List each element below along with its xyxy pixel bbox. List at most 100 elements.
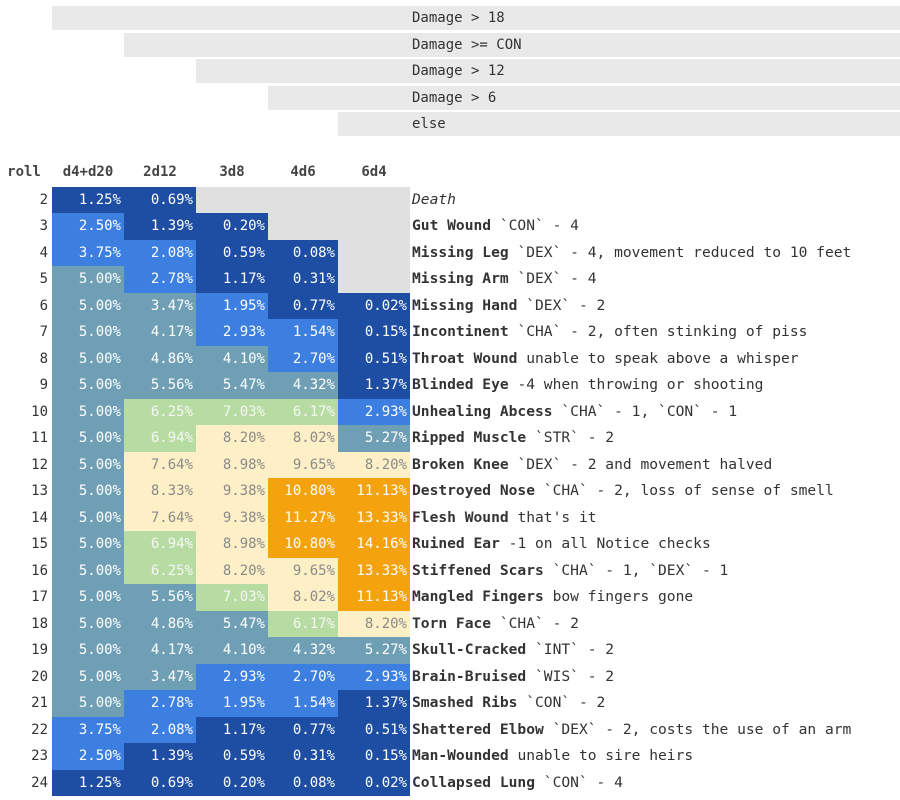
wound-effect: that's it: [508, 508, 597, 526]
probability-cell: 0.08%: [268, 769, 338, 796]
probability-cell: 11.13%: [338, 478, 410, 505]
wound-effect: `DEX` - 4: [508, 270, 597, 287]
wound-effect: `WIS` - 2: [526, 667, 615, 685]
wound-name: Missing Hand: [412, 296, 518, 314]
probability-cell: 7.64%: [124, 504, 196, 531]
probability-cell: 11.13%: [338, 584, 410, 611]
empty-cell: [268, 213, 338, 240]
probability-cell: 1.25%: [52, 769, 124, 796]
wound-result: Blinded Eye -4 when throwing or shooting: [412, 372, 763, 399]
probability-cell: 1.39%: [124, 213, 196, 240]
probability-cell: 0.77%: [268, 292, 338, 319]
probability-cell: 0.59%: [196, 743, 268, 770]
wound-effect: unable to speak above a whisper: [517, 349, 799, 367]
wound-result: Unhealing Abcess `CHA` - 1, `CON` - 1: [412, 399, 737, 426]
wound-effect: `CON` - 2: [517, 694, 606, 711]
wound-name: Missing Arm: [412, 270, 509, 287]
wound-effect: -4 when throwing or shooting: [508, 376, 764, 393]
wound-name: Broken Knee: [412, 455, 509, 473]
wound-effect: `DEX` - 2: [517, 296, 606, 314]
wound-result: Gut Wound `CON` - 4: [412, 213, 579, 240]
probability-cell: 0.69%: [124, 769, 196, 796]
probability-cell: 5.00%: [52, 292, 124, 319]
empty-cell: [338, 213, 410, 240]
probability-cell: 1.95%: [196, 292, 268, 319]
probability-cell: 2.50%: [52, 213, 124, 240]
probability-cell: 13.33%: [338, 504, 410, 531]
wound-name: Collapsed Lung: [412, 773, 536, 791]
probability-cell: 4.86%: [124, 345, 196, 372]
probability-cell: 5.27%: [338, 637, 410, 664]
roll-number: 18: [31, 615, 48, 632]
empty-cell: [338, 186, 410, 213]
probability-cell: 8.02%: [268, 425, 338, 452]
wound-result: Brain-Bruised `WIS` - 2: [412, 664, 614, 691]
probability-cell: 5.00%: [52, 345, 124, 372]
probability-cell: 0.15%: [338, 319, 410, 346]
probability-cell: 6.94%: [124, 531, 196, 558]
probability-cell: 14.16%: [338, 531, 410, 558]
wound-result: Stiffened Scars `CHA` - 1, `DEX` - 1: [412, 558, 728, 585]
probability-cell: 5.00%: [52, 266, 124, 293]
probability-cell: 4.86%: [124, 610, 196, 637]
probability-cell: 1.54%: [268, 690, 338, 717]
wound-result: Broken Knee `DEX` - 2 and movement halve…: [412, 452, 772, 479]
probability-cell: 10.80%: [268, 531, 338, 558]
wound-name: Man-Wounded: [412, 747, 509, 764]
probability-cell: 5.00%: [52, 398, 124, 425]
probability-cell: 6.17%: [268, 398, 338, 425]
probability-cell: 0.15%: [338, 743, 410, 770]
probability-cell: 9.65%: [268, 451, 338, 478]
probability-cell: 3.75%: [52, 239, 124, 266]
probability-cell: 5.00%: [52, 478, 124, 505]
wound-effect: `STR` - 2: [526, 429, 615, 446]
probability-cell: 5.00%: [52, 557, 124, 584]
probability-cell: 5.56%: [124, 584, 196, 611]
probability-cell: 8.33%: [124, 478, 196, 505]
probability-cell: 7.03%: [196, 584, 268, 611]
wound-result: Incontinent `CHA` - 2, often stinking of…: [412, 319, 807, 346]
wound-name: Skull-Cracked: [412, 641, 527, 658]
probability-cell: 4.32%: [268, 637, 338, 664]
probability-cell: 4.10%: [196, 637, 268, 664]
condition-bar: [268, 86, 900, 110]
wound-result: Ruined Ear -1 on all Notice checks: [412, 531, 711, 558]
wound-name: Destroyed Nose: [412, 482, 536, 499]
wound-name: Stiffened Scars: [412, 561, 544, 579]
wound-effect: `CHA` - 1, `CON` - 1: [552, 402, 738, 420]
probability-cell: 0.69%: [124, 186, 196, 213]
wound-result: Death: [412, 187, 456, 214]
wound-name: Smashed Ribs: [412, 694, 518, 711]
wound-effect: `DEX` - 2 and movement halved: [508, 455, 773, 473]
wound-name: Torn Face: [412, 614, 492, 632]
probability-cell: 0.31%: [268, 743, 338, 770]
probability-cell: 1.25%: [52, 186, 124, 213]
probability-cell: 8.20%: [338, 451, 410, 478]
probability-cell: 0.77%: [268, 716, 338, 743]
dice-column-header: d4+d20: [62, 164, 114, 180]
condition-bar: [196, 59, 900, 83]
wound-result: Missing Hand `DEX` - 2: [412, 293, 605, 320]
roll-number: 7: [39, 324, 48, 340]
wound-name: Death: [412, 190, 456, 208]
probability-cell: 9.38%: [196, 504, 268, 531]
wound-effect: `CHA` - 2, often stinking of piss: [508, 323, 808, 340]
wound-effect: `CHA` - 2, loss of sense of smell: [535, 482, 834, 499]
roll-number: 16: [31, 562, 48, 579]
probability-cell: 4.32%: [268, 372, 338, 399]
empty-cell: [268, 186, 338, 213]
dice-column-header: 2d12: [143, 164, 177, 180]
wound-name: Missing Leg: [412, 243, 509, 261]
probability-cell: 3.47%: [124, 292, 196, 319]
probability-cell: 2.93%: [338, 663, 410, 690]
probability-cell: 0.59%: [196, 239, 268, 266]
wound-effect: -1 on all Notice checks: [499, 535, 711, 552]
probability-cell: 8.98%: [196, 531, 268, 558]
empty-cell: [196, 186, 268, 213]
wound-effect: `CON` - 4: [535, 773, 623, 791]
condition-label: Damage > 18: [412, 10, 505, 26]
wound-name: Gut Wound: [412, 217, 492, 234]
probability-cell: 5.00%: [52, 663, 124, 690]
probability-cell: 0.02%: [338, 292, 410, 319]
roll-number: 24: [31, 774, 48, 791]
